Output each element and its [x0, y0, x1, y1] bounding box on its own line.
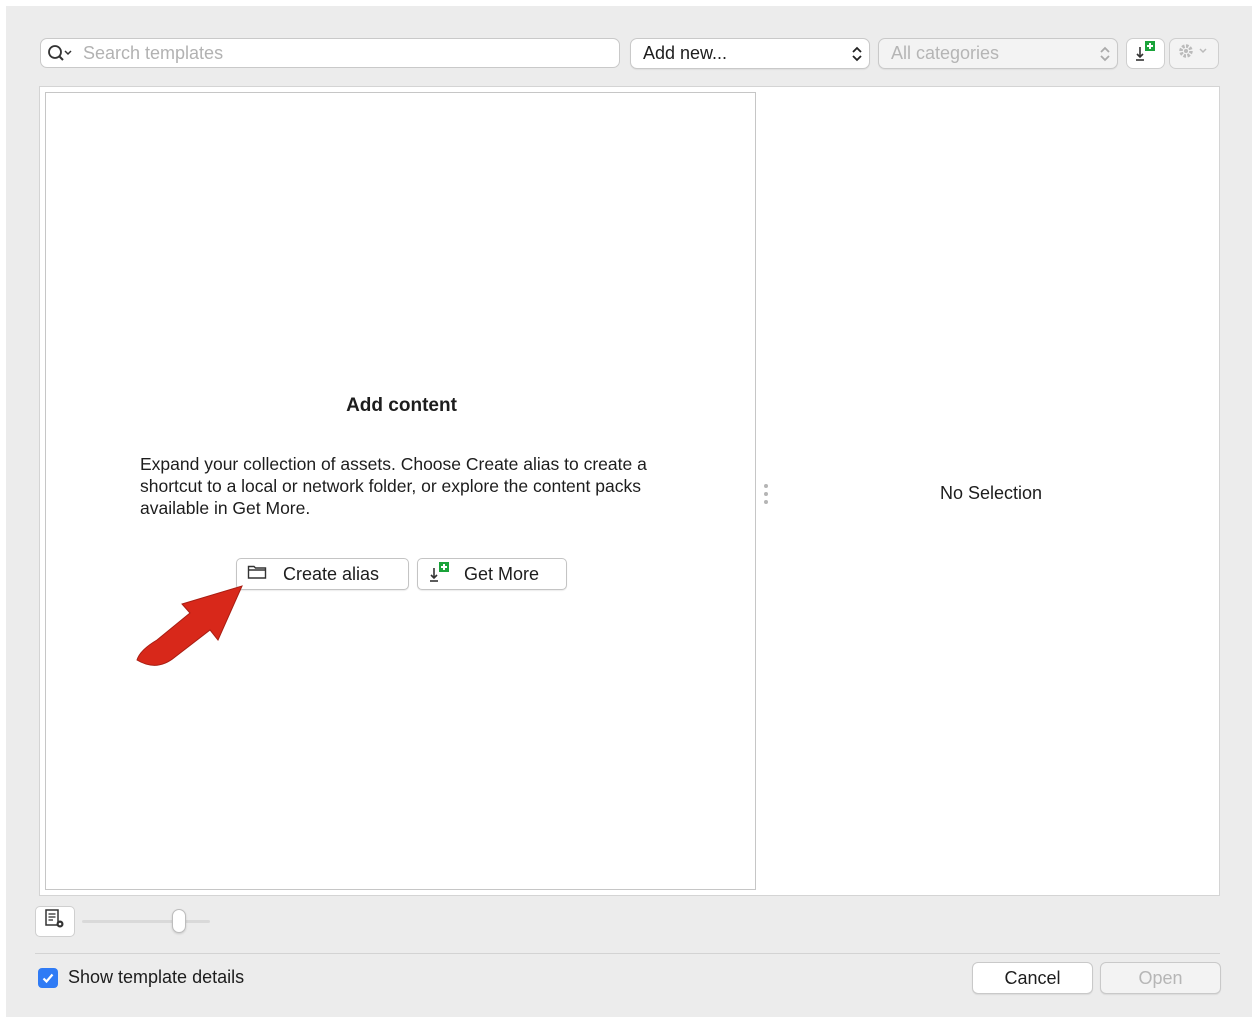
- create-alias-button[interactable]: Create alias: [236, 558, 409, 590]
- templates-panel: Add content Expand your collection of as…: [45, 92, 756, 890]
- add-content-title: Add content: [346, 395, 457, 416]
- add-new-popup[interactable]: Add new...: [630, 38, 870, 69]
- updown-chevron-icon: [1093, 45, 1117, 63]
- separator: [35, 953, 1220, 954]
- cancel-button[interactable]: Cancel: [972, 962, 1093, 994]
- settings-menu-button[interactable]: [1169, 38, 1219, 69]
- search-input[interactable]: [81, 41, 619, 65]
- content-area: Add content Expand your collection of as…: [39, 86, 1220, 896]
- show-template-details-checkbox[interactable]: Show template details: [38, 967, 244, 988]
- updown-chevron-icon: [845, 45, 869, 63]
- get-more-label: Get More: [464, 563, 540, 584]
- categories-label: All categories: [891, 43, 1000, 63]
- gear-icon: [1176, 41, 1212, 66]
- open-button[interactable]: Open: [1100, 962, 1221, 994]
- download-plus-icon: [428, 560, 452, 589]
- create-alias-label: Create alias: [283, 563, 380, 584]
- template-view-options-icon: [44, 908, 66, 935]
- download-plus-icon: [1134, 39, 1158, 68]
- slider-track: [82, 920, 210, 923]
- view-options-button[interactable]: [35, 906, 75, 937]
- checkmark-icon[interactable]: [38, 967, 58, 988]
- add-new-label: Add new...: [643, 43, 728, 63]
- search-field[interactable]: [40, 38, 620, 68]
- get-more-button[interactable]: Get More: [417, 558, 567, 590]
- slider-thumb[interactable]: [172, 909, 187, 933]
- add-content-description: Expand your collection of assets. Choose…: [140, 454, 647, 518]
- magnifier-dropdown-icon[interactable]: [41, 39, 81, 67]
- show-template-details-label: Show template details: [68, 967, 245, 987]
- get-more-toolbar-button[interactable]: [1126, 38, 1165, 69]
- categories-popup[interactable]: All categories: [878, 38, 1118, 69]
- no-selection-text: No Selection: [939, 483, 1043, 503]
- thumbnail-size-slider[interactable]: [82, 909, 210, 933]
- template-chooser-dialog: Add new... All categories: [6, 6, 1252, 1017]
- red-arrow-annotation: [136, 585, 243, 666]
